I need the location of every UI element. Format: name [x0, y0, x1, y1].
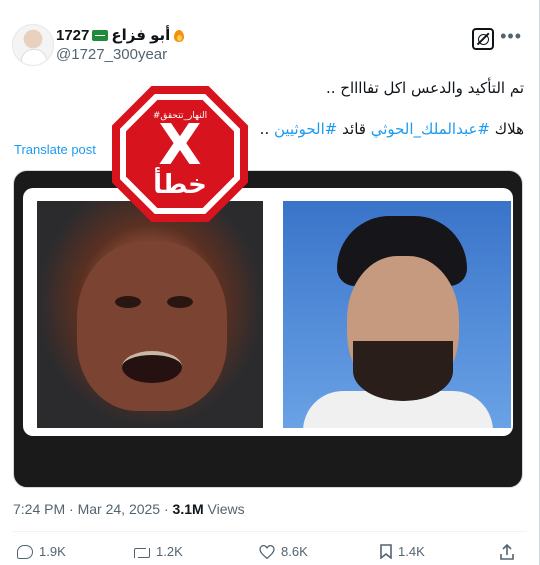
repost-count: 1.2K	[156, 544, 183, 559]
stop-inner: #النهار_تتحقق X خطأ	[120, 94, 240, 214]
photo-right	[283, 201, 511, 428]
tweet-text-fragment: ..	[259, 120, 274, 138]
beard	[353, 341, 453, 401]
fire-icon	[173, 28, 185, 43]
stamp-word: خطأ	[153, 170, 207, 200]
bookmark-icon	[380, 544, 392, 559]
mouth	[122, 351, 182, 383]
bookmark-count: 1.4K	[398, 544, 425, 559]
share-button[interactable]	[500, 544, 514, 560]
tweet-text-fragment: قائد	[337, 120, 371, 138]
tweet-media[interactable]	[13, 170, 523, 488]
face	[77, 241, 227, 411]
avatar[interactable]	[12, 24, 54, 66]
translate-post-link[interactable]: Translate post	[14, 142, 96, 157]
action-bar: 1.9K 1.2K 8.6K 1.4K	[17, 544, 522, 564]
retweet-icon	[134, 546, 150, 558]
hashtag-link[interactable]: #عبدالملك_الحوثي	[371, 120, 490, 138]
repost-button[interactable]: 1.2K	[134, 544, 183, 559]
photo-left	[37, 201, 263, 428]
divider	[13, 531, 527, 532]
media-image	[23, 188, 513, 436]
like-button[interactable]: 8.6K	[259, 544, 308, 559]
tweet-time[interactable]: 7:24 PM	[13, 501, 65, 517]
meta-separator: ·	[65, 501, 78, 517]
display-name-text: أبو فزاع	[111, 27, 171, 44]
display-name-suffix: 1727	[56, 26, 90, 44]
share-icon	[500, 544, 514, 560]
eye	[115, 296, 141, 308]
false-claim-stamp: #النهار_تتحقق X خطأ	[112, 86, 248, 222]
reply-button[interactable]: 1.9K	[17, 544, 66, 559]
tweet-line-2: هلاك #عبدالملك_الحوثي قائد #الحوثيين ..	[24, 119, 524, 139]
heart-icon	[259, 544, 275, 559]
tweet-meta: 7:24 PM · Mar 24, 2025 · 3.1M Views	[13, 501, 245, 517]
stop-core: #النهار_تتحقق X خطأ	[126, 100, 234, 208]
views-label: Views	[203, 501, 245, 517]
more-icon[interactable]: •••	[500, 27, 522, 45]
bookmark-button[interactable]: 1.4K	[380, 544, 425, 559]
stamp-x-mark: X	[158, 113, 202, 178]
tweet-text: تم التأكيد والدعس اكل تفااااح .. هلاك #ع…	[24, 78, 524, 160]
reply-count: 1.9K	[39, 544, 66, 559]
reply-icon	[17, 544, 33, 559]
views-count: 3.1M	[172, 501, 204, 517]
saudi-flag-icon	[92, 29, 109, 41]
meta-separator: ·	[160, 501, 173, 517]
like-count: 8.6K	[281, 544, 308, 559]
author-display-name[interactable]: 1727 أبو فزاع	[56, 26, 185, 44]
tweet-header: 1727 أبو فزاع @1727_300year •••	[12, 24, 528, 68]
eye	[167, 296, 193, 308]
tweet-text-fragment: هلاك	[490, 120, 524, 138]
hashtag-link[interactable]: #الحوثيين	[274, 120, 337, 138]
grok-icon[interactable]	[472, 28, 494, 50]
tweet-line-1: تم التأكيد والدعس اكل تفااااح ..	[325, 79, 524, 97]
tweet-date[interactable]: Mar 24, 2025	[78, 501, 161, 517]
author-handle[interactable]: @1727_300year	[56, 46, 167, 63]
